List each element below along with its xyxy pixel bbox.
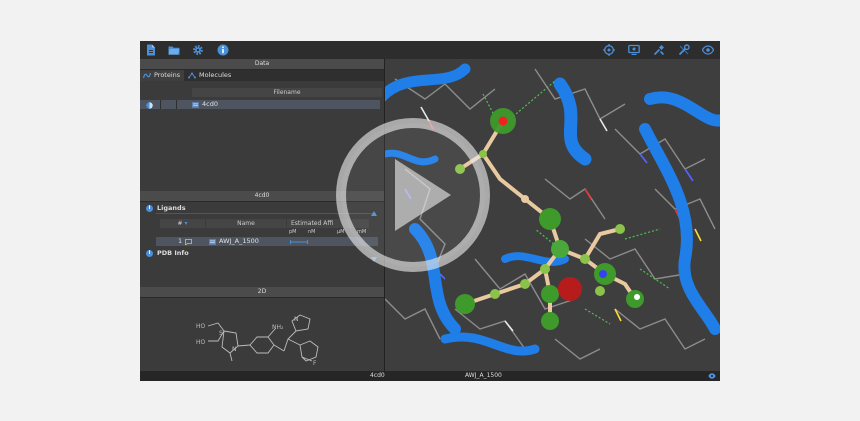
- data-panel-title: Data: [140, 59, 384, 70]
- tools-icon[interactable]: [652, 43, 666, 57]
- folder-open-icon[interactable]: [167, 43, 181, 57]
- pdb-info-icon[interactable]: i: [146, 250, 153, 257]
- triazole-nitrogen-label: N: [294, 316, 299, 323]
- comment-icon[interactable]: [185, 238, 192, 245]
- affinity-range-bar: [290, 239, 308, 244]
- fluorine-label: F: [313, 360, 317, 367]
- status-bar: 4cd0 AWJ_A_1500: [140, 371, 720, 381]
- ligand-name: AWJ_A_1500: [219, 237, 259, 245]
- ligands-section-label: Ligands: [157, 204, 186, 212]
- hydroxyl-label-2: HO: [196, 339, 206, 346]
- ligand-number: 1: [178, 237, 183, 245]
- ligand-2d-structure: HO HO S N NH₂ N F: [196, 314, 319, 367]
- amine-label: NH₂: [272, 324, 284, 331]
- nitrogen-label: N: [232, 346, 237, 353]
- unit-label: pM: [289, 229, 297, 235]
- molecule-icon: [188, 72, 196, 79]
- status-ligand: AWJ_A_1500: [465, 372, 502, 379]
- filename-column-header[interactable]: Filename: [192, 88, 382, 97]
- tab-molecules[interactable]: Molecules: [185, 70, 235, 81]
- info-icon[interactable]: [216, 43, 230, 57]
- status-protein: 4cd0: [370, 372, 385, 379]
- hydroxyl-label-1: HO: [196, 323, 206, 330]
- protein-file-icon: [192, 101, 199, 108]
- number-header-label: #: [177, 220, 183, 227]
- unit-label: nM: [308, 229, 316, 235]
- ligand-file-icon: [209, 238, 216, 245]
- data-tabs: Proteins Molecules: [140, 70, 384, 81]
- twod-panel-title: 2D: [140, 287, 384, 298]
- wrench-icon[interactable]: [677, 43, 691, 57]
- protein-icon: [143, 72, 151, 79]
- table-row[interactable]: 4cd0: [140, 100, 380, 109]
- sulfur-label: S: [219, 330, 223, 337]
- ligands-info-icon[interactable]: i: [146, 205, 153, 212]
- eye-icon[interactable]: [701, 43, 715, 57]
- toolbar: [140, 41, 720, 59]
- column-header-name[interactable]: Name: [206, 219, 286, 228]
- sort-icon: ▾: [184, 220, 188, 227]
- play-video-icon[interactable]: [333, 115, 493, 275]
- tab-molecules-label: Molecules: [199, 71, 232, 79]
- column-header-number[interactable]: # ▾: [160, 219, 205, 228]
- status-eye-icon[interactable]: [708, 373, 716, 379]
- target-icon[interactable]: [602, 43, 616, 57]
- pdb-info-label[interactable]: PDB Info: [157, 249, 189, 257]
- tab-proteins-label: Proteins: [154, 71, 181, 79]
- visibility-icon[interactable]: [146, 101, 153, 109]
- file-icon[interactable]: [144, 43, 158, 57]
- tab-proteins[interactable]: Proteins: [140, 70, 185, 81]
- gear-icon[interactable]: [191, 43, 205, 57]
- protein-filename: 4cd0: [202, 100, 218, 108]
- screen-icon[interactable]: [627, 43, 641, 57]
